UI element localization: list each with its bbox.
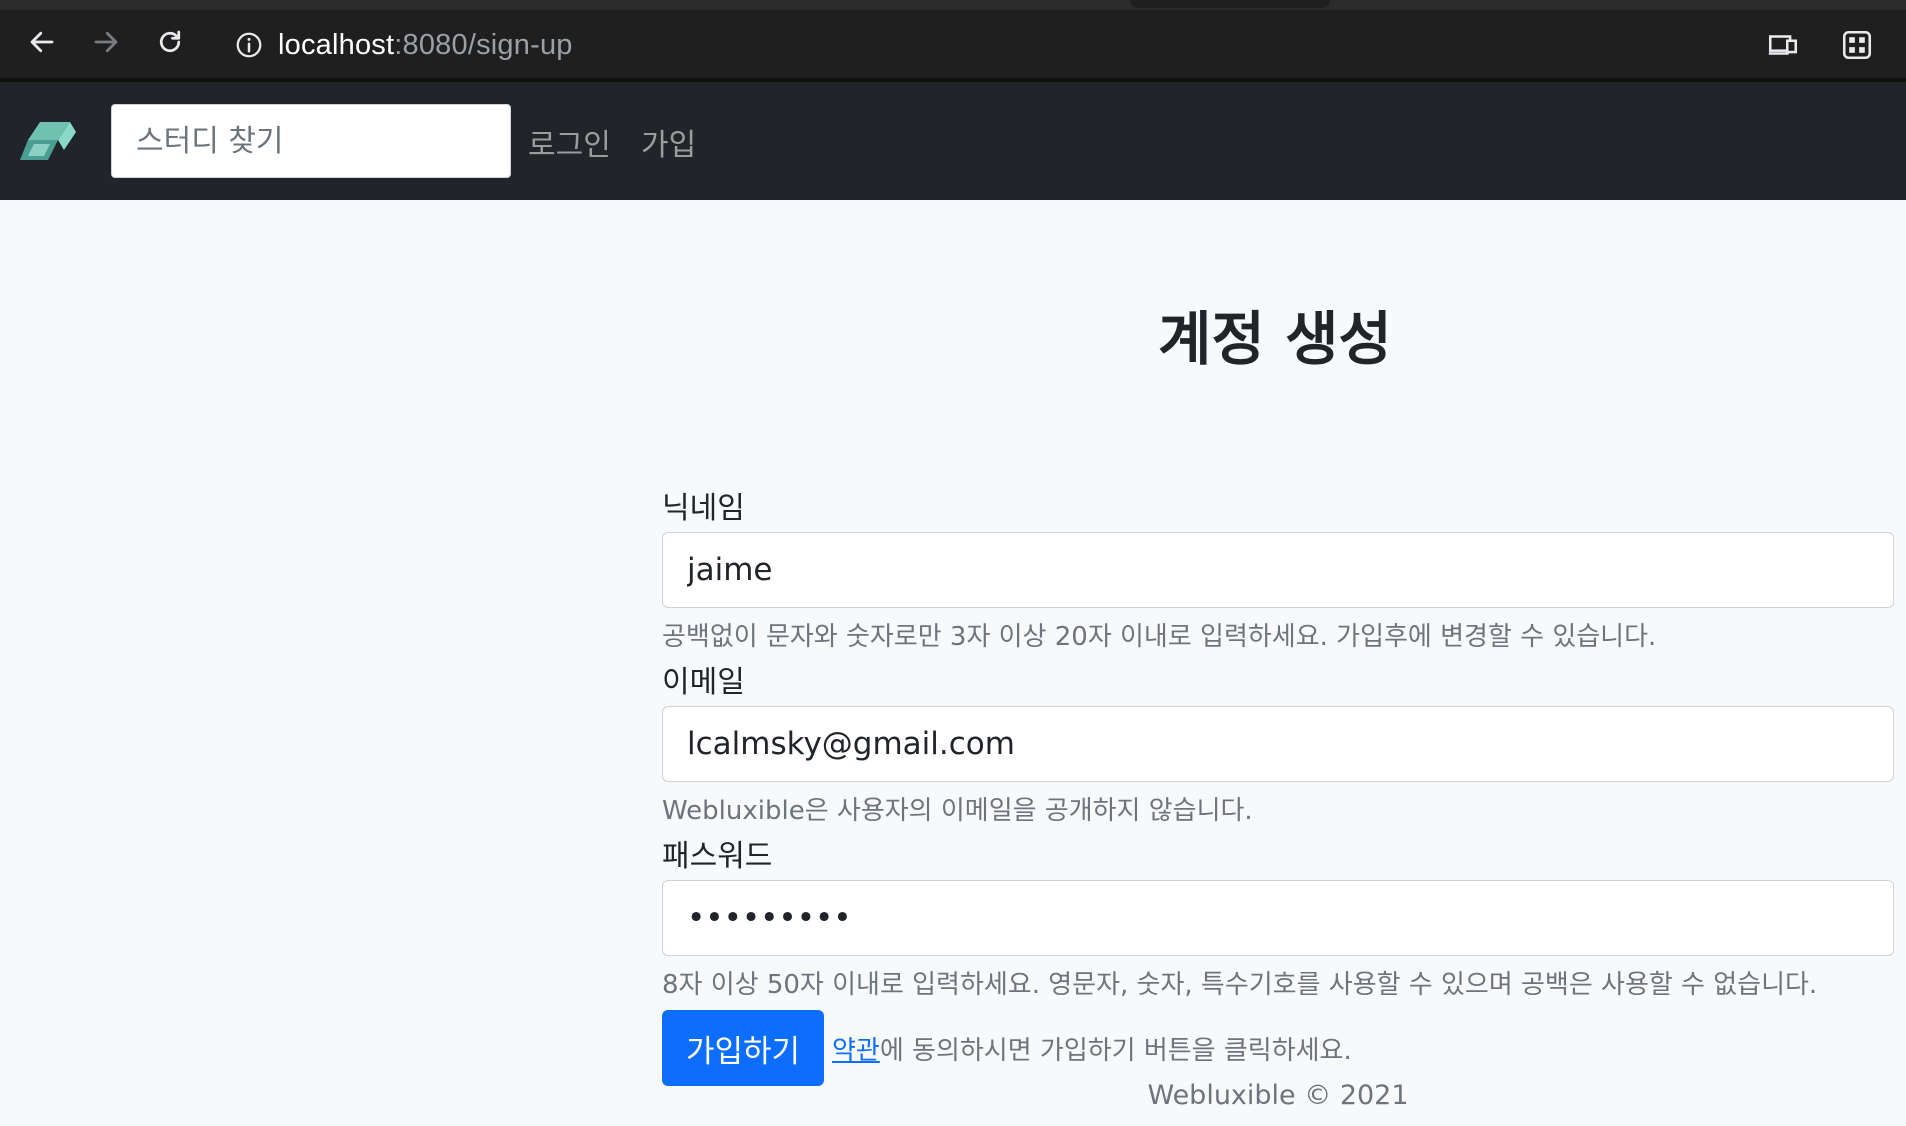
- email-help: Webluxible은 사용자의 이메일을 공개하지 않습니다.: [662, 796, 1253, 826]
- terms-note: 약관에 동의하시면 가입하기 버튼을 클릭하세요.: [832, 1030, 1352, 1067]
- url-host: localhost: [278, 28, 395, 61]
- arrow-left-icon: [30, 31, 54, 53]
- back-button[interactable]: [22, 22, 62, 62]
- email-label: 이메일: [662, 665, 745, 700]
- submit-row: 가입하기 약관에 동의하시면 가입하기 버튼을 클릭하세요.: [662, 1010, 1894, 1086]
- site-navbar: 로그인 가입: [0, 82, 1906, 200]
- browser-chrome: localhost:8080/sign-up: [0, 0, 1906, 82]
- signup-form: 닉네임 공백없이 문자와 숫자로만 3자 이상 20자 이내로 입력하세요. 가…: [662, 488, 1894, 1086]
- footer-copyright: Webluxible © 2021: [1147, 1080, 1409, 1111]
- terms-note-text: 에 동의하시면 가입하기 버튼을 클릭하세요.: [879, 1035, 1352, 1066]
- reload-button[interactable]: [150, 22, 190, 62]
- signup-link[interactable]: 가입: [641, 120, 696, 164]
- nickname-input[interactable]: [662, 532, 1894, 608]
- tab-strip: [0, 0, 1906, 10]
- signup-submit-button[interactable]: 가입하기: [662, 1010, 824, 1086]
- address-bar[interactable]: localhost:8080/sign-up: [216, 16, 1706, 74]
- forward-button[interactable]: [86, 22, 126, 62]
- terms-link[interactable]: 약관: [832, 1036, 880, 1066]
- url-text[interactable]: localhost:8080/sign-up: [278, 29, 573, 62]
- email-input[interactable]: [662, 706, 1894, 782]
- reload-icon: [159, 30, 181, 53]
- login-link[interactable]: 로그인: [528, 120, 611, 164]
- nickname-help: 공백없이 문자와 숫자로만 3자 이상 20자 이내로 입력하세요. 가입후에 …: [662, 622, 1657, 652]
- study-search-input[interactable]: [111, 104, 511, 178]
- url-path: :8080/sign-up: [394, 28, 573, 61]
- password-label: 패스워드: [662, 839, 773, 874]
- page-title: 계정 생성: [1158, 305, 1392, 373]
- arrow-right-icon: [94, 31, 118, 53]
- brand-logo-icon[interactable]: [20, 114, 76, 170]
- nickname-label: 닉네임: [662, 491, 745, 526]
- tab-edge: [1130, 0, 1330, 8]
- info-icon[interactable]: [234, 30, 264, 60]
- cast-devices-icon[interactable]: [1766, 28, 1800, 62]
- password-input[interactable]: [662, 880, 1894, 956]
- password-help: 8자 이상 50자 이내로 입력하세요. 영문자, 숫자, 특수기호를 사용할 …: [662, 970, 1818, 1000]
- qr-code-icon[interactable]: [1840, 28, 1874, 62]
